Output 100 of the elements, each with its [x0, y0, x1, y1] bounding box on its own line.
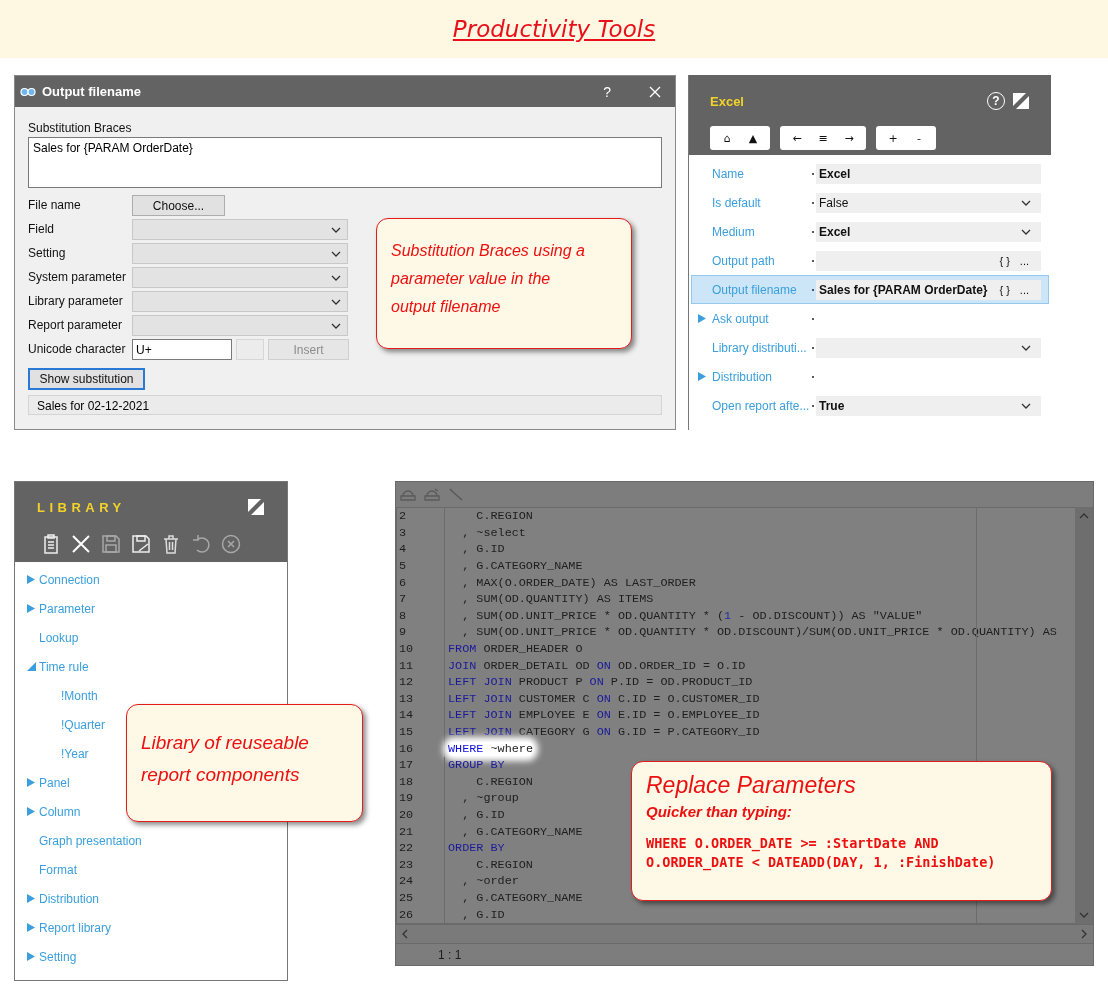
code-line: JOIN ORDER_DETAIL OD ON OD.ORDER_ID = O.ID	[448, 658, 746, 673]
property-row[interactable]: Output path { } ...	[691, 246, 1049, 275]
line-number: 18	[397, 773, 445, 791]
field-label: Substitution Braces	[28, 121, 133, 136]
chevron-down-icon	[331, 322, 341, 329]
callout-title: Replace Parameters	[646, 772, 857, 799]
code-line: LEFT JOIN EMPLOYEE E ON E.ID = O.EMPLOYEE_ID	[448, 708, 760, 723]
toolbar-button[interactable]: →	[836, 126, 862, 150]
text-area[interactable]: Sales for {PARAM OrderDate}	[28, 137, 662, 188]
property-label: Library distributi...	[712, 340, 808, 355]
property-row[interactable]: Medium Excel	[691, 217, 1049, 246]
scroll-up-icon[interactable]	[1079, 512, 1089, 519]
expand-arrow-icon[interactable]	[27, 923, 36, 932]
cursor-position: 1 : 1	[438, 947, 462, 962]
expand-arrow-icon[interactable]	[27, 952, 36, 961]
code-line: LEFT JOIN CUSTOMER C ON C.ID = O.CUSTOMER_ID	[448, 691, 760, 706]
expand-arrow-icon[interactable]	[698, 314, 706, 323]
line-number: 3	[397, 524, 445, 542]
line-number: 25	[397, 889, 445, 907]
line-number: 17	[397, 756, 445, 774]
code-line: WHERE O.ORDER_DATE >= :StartDate AND	[646, 834, 940, 853]
panel-title: LIBRARY	[37, 499, 126, 515]
field-label: System parameter	[28, 270, 128, 285]
field-label: Library parameter	[28, 294, 124, 309]
value-field[interactable]: Sales for {PARAM OrderDate} { } ...	[816, 279, 1041, 300]
chevron-down-icon	[331, 298, 341, 305]
line-number: 10	[397, 640, 445, 658]
field-label: Setting	[28, 246, 67, 261]
line-number: 4	[397, 541, 445, 558]
help-button[interactable]: ?	[597, 83, 617, 100]
line-number: 9	[397, 624, 445, 641]
trash-icon[interactable]	[161, 534, 181, 554]
expand-arrow-icon[interactable]	[27, 662, 36, 671]
code-line: , ~group	[461, 791, 519, 806]
show-substitution-button[interactable]: Show substitution	[28, 368, 145, 390]
chevron-down-icon	[1021, 199, 1031, 206]
toolbar-button[interactable]: ≡	[810, 126, 836, 150]
panel-title: Excel	[710, 93, 744, 109]
property-label: Open report afte...	[712, 398, 811, 413]
field-button[interactable]: { }	[997, 254, 1012, 267]
save-as-icon[interactable]	[131, 534, 151, 554]
scroll-down-icon[interactable]	[1079, 912, 1089, 919]
property-row[interactable]: Is default False	[691, 188, 1049, 217]
field-button[interactable]: ...	[1017, 283, 1031, 296]
line-number: 7	[397, 590, 445, 608]
value-field[interactable]	[816, 337, 1041, 358]
line-number: 23	[397, 856, 445, 873]
character-preview	[236, 339, 264, 360]
code-line: LEFT JOIN PRODUCT P ON P.ID = OD.PRODUCT_ID	[448, 675, 753, 690]
property-label: Output path	[712, 253, 776, 268]
code-line: , G.CATEGORY_NAME	[461, 559, 583, 574]
line-number: 5	[397, 557, 445, 575]
toolbar-button[interactable]: ⌂	[714, 126, 740, 150]
field-button[interactable]: ...	[1017, 254, 1031, 267]
expand-arrow-icon[interactable]	[27, 894, 36, 903]
toolbar-button[interactable]: ▲	[740, 126, 766, 150]
choose-button[interactable]: Choose...	[132, 195, 225, 216]
vertical-scrollbar[interactable]	[1075, 506, 1093, 925]
chevron-down-icon	[1021, 344, 1031, 351]
toolbar-button[interactable]: ←	[784, 126, 810, 150]
value-field[interactable]: Excel	[816, 221, 1041, 242]
corner-icon[interactable]	[248, 499, 264, 515]
code-line: , G.ID	[461, 542, 505, 557]
tray-icon[interactable]	[400, 487, 416, 502]
result-field: Sales for 02-12-2021	[28, 395, 662, 415]
chevron-down-icon	[1021, 402, 1031, 409]
code-line: , SUM(OD.UNIT_PRICE * OD.QUANTITY * (1 - OD.DISCOUNT)) AS "VALUE"	[461, 608, 923, 623]
property-row[interactable]: Output filename Sales for {PARAM OrderDate} { } ...	[691, 275, 1049, 304]
callout-subtitle: Quicker than typing:	[646, 803, 793, 820]
expand-arrow-icon[interactable]	[698, 372, 706, 381]
property-row[interactable]: Name Excel	[691, 159, 1049, 188]
value-field[interactable]: Excel	[816, 163, 1041, 184]
expand-arrow-icon[interactable]	[27, 604, 36, 613]
property-row[interactable]: Open report afte... True	[691, 391, 1049, 420]
callout-note: Substitution Braces using a parameter value in the output filename	[376, 218, 632, 349]
value-field[interactable]: True	[816, 395, 1041, 416]
chevron-down-icon	[1021, 228, 1031, 235]
tray-icon[interactable]	[424, 487, 440, 502]
scroll-right-icon[interactable]	[1081, 929, 1087, 940]
field-button[interactable]: { }	[997, 283, 1012, 296]
expand-arrow-icon[interactable]	[27, 778, 36, 787]
expand-arrow-icon[interactable]	[27, 575, 36, 584]
property-label: Ask output	[712, 311, 770, 326]
line-number: 21	[397, 823, 445, 840]
field-label: Report parameter	[28, 318, 124, 333]
toolbar-button[interactable]: -	[906, 126, 932, 150]
code-line: O.ORDER_DATE < DATEADD(DAY, 1, :FinishDate)	[646, 853, 997, 872]
toolbar-button[interactable]: +	[880, 126, 906, 150]
expand-arrow-icon[interactable]	[27, 807, 36, 816]
value-field[interactable]: False	[816, 192, 1041, 213]
scroll-left-icon[interactable]	[402, 929, 408, 940]
line-number: 2	[397, 507, 445, 525]
property-label: Output filename	[712, 282, 798, 297]
code-line: LEFT JOIN CATEGORY G ON G.ID = P.CATEGORY_ID	[448, 724, 760, 739]
close-icon[interactable]	[71, 534, 91, 554]
app-icon	[20, 85, 36, 98]
code-line: C.REGION	[475, 857, 533, 872]
clipboard-icon[interactable]	[41, 534, 61, 554]
corner-icon[interactable]	[1013, 93, 1029, 109]
value-field[interactable]: { } ...	[816, 250, 1041, 271]
